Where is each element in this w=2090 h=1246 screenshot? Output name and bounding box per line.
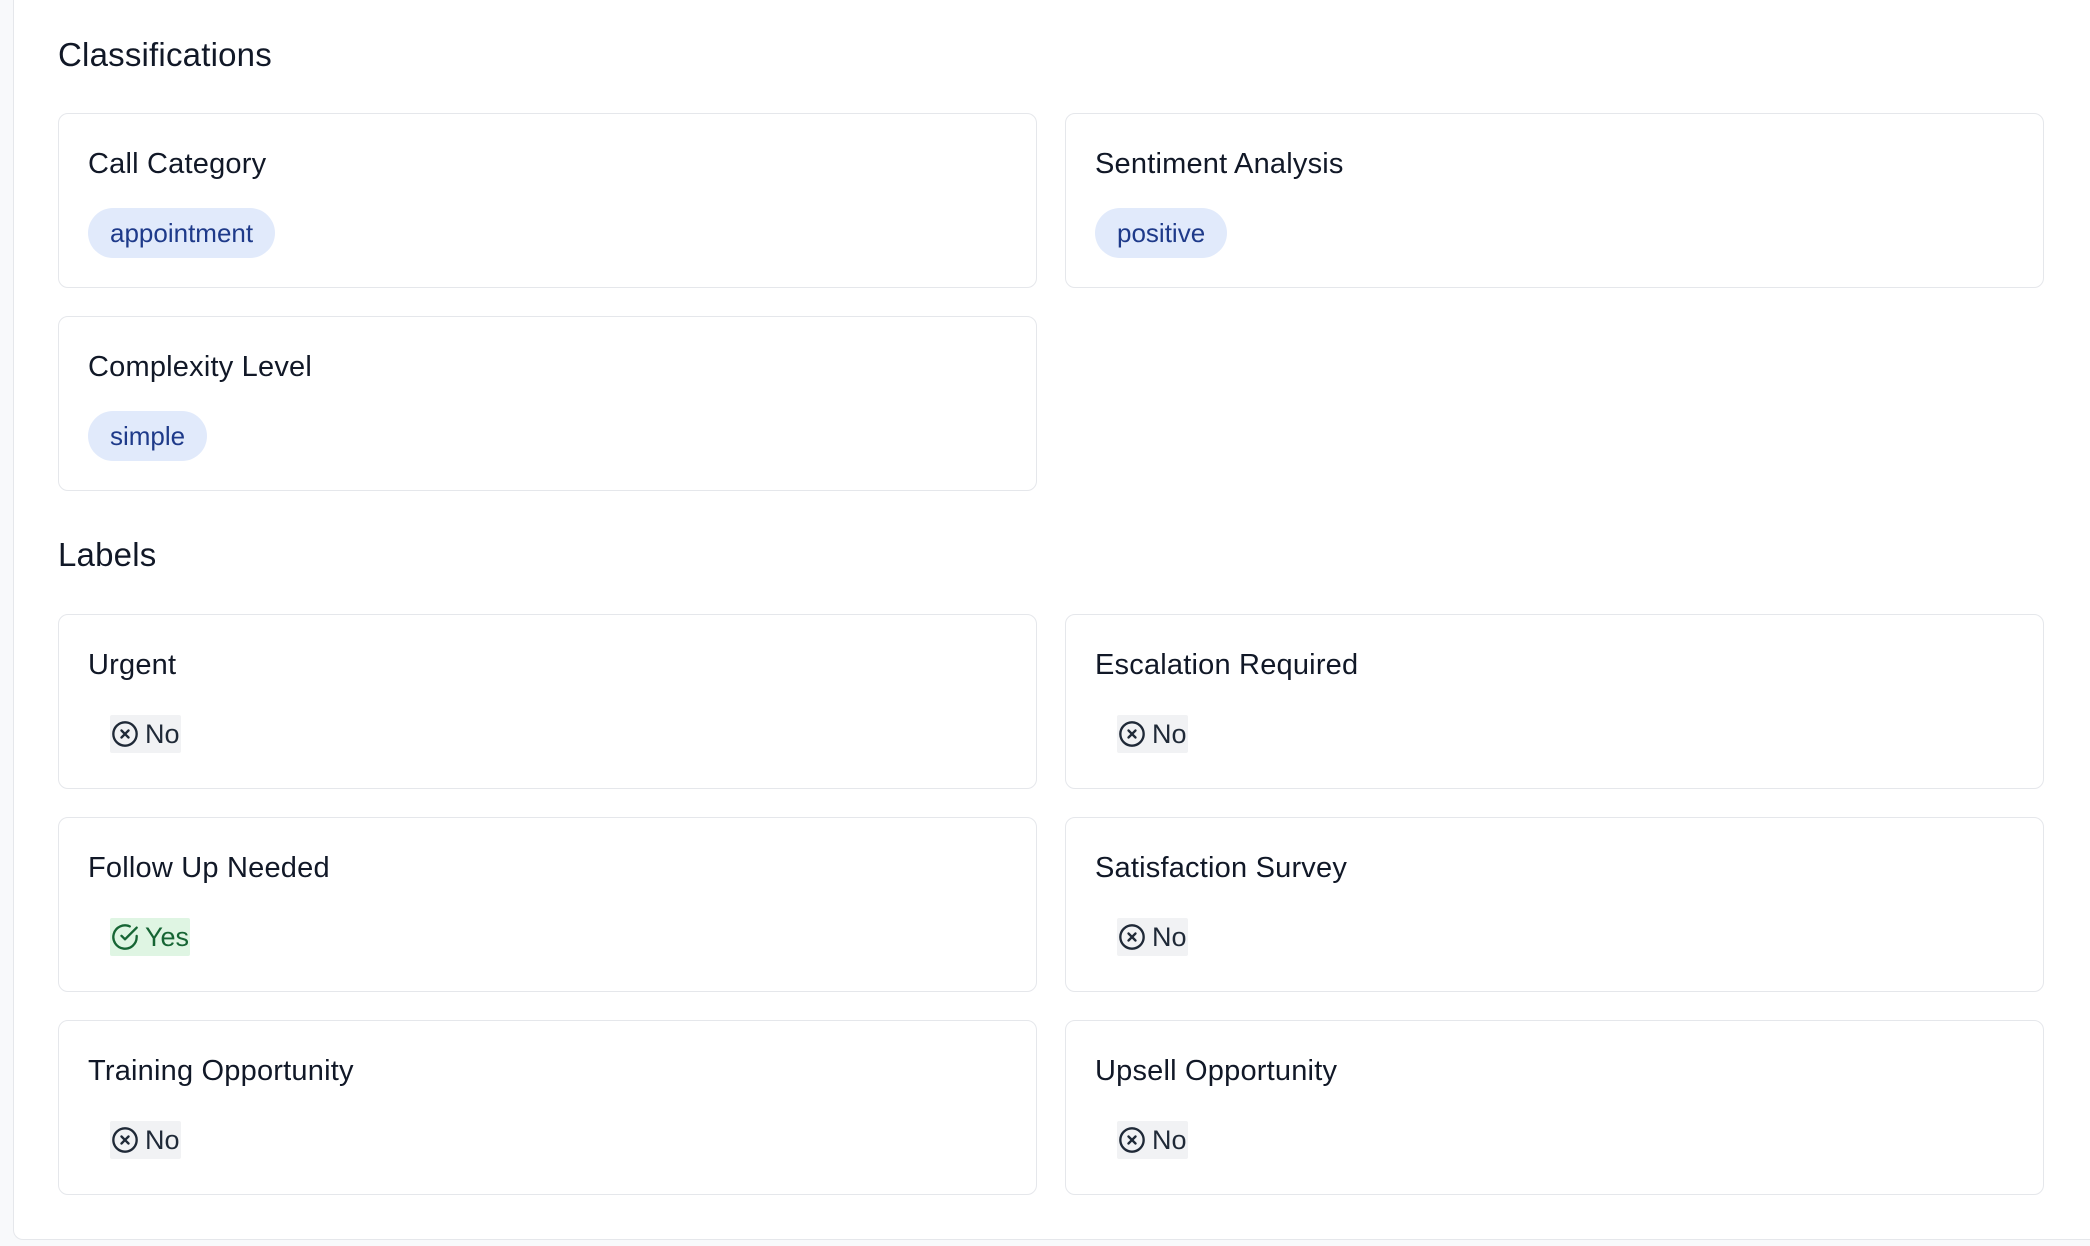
urgent-card: Urgent No (58, 614, 1037, 789)
follow-up-needed-status: Yes (110, 918, 191, 956)
urgent-title: Urgent (88, 649, 177, 681)
follow-up-needed-value: Yes (145, 921, 190, 952)
complexity-level-badge: simple (88, 411, 208, 461)
upsell-opportunity-value: No (1152, 1124, 1187, 1155)
complexity-level-card: Complexity Level simple (58, 316, 1037, 491)
x-circle-icon (1119, 721, 1145, 747)
training-opportunity-status: No (110, 1121, 181, 1159)
escalation-required-status: No (1117, 715, 1188, 753)
upsell-opportunity-status: No (1117, 1121, 1188, 1159)
satisfaction-survey-title: Satisfaction Survey (1095, 852, 1348, 884)
escalation-required-value: No (1152, 718, 1187, 749)
satisfaction-survey-card: Satisfaction Survey No (1065, 817, 2044, 992)
follow-up-needed-card: Follow Up Needed Yes (58, 817, 1037, 992)
classifications-heading: Classifications (58, 36, 272, 73)
call-category-badge: appointment (88, 208, 276, 258)
urgent-value: No (145, 718, 180, 749)
satisfaction-survey-status: No (1117, 918, 1188, 956)
follow-up-needed-title: Follow Up Needed (88, 852, 330, 884)
call-analysis-panel: Classifications Call Category appointmen… (13, 0, 2090, 1240)
complexity-level-title: Complexity Level (88, 351, 313, 383)
call-category-card: Call Category appointment (58, 113, 1037, 288)
satisfaction-survey-value: No (1152, 921, 1187, 952)
upsell-opportunity-title: Upsell Opportunity (1095, 1055, 1338, 1087)
upsell-opportunity-card: Upsell Opportunity No (1065, 1020, 2044, 1195)
sentiment-analysis-title: Sentiment Analysis (1095, 148, 1344, 180)
training-opportunity-title: Training Opportunity (88, 1055, 354, 1087)
x-circle-icon (1119, 1127, 1145, 1153)
urgent-status: No (110, 715, 181, 753)
sentiment-analysis-badge: positive (1095, 208, 1228, 258)
call-category-title: Call Category (88, 148, 267, 180)
x-circle-icon (112, 1127, 138, 1153)
sentiment-analysis-card: Sentiment Analysis positive (1065, 113, 2044, 288)
training-opportunity-card: Training Opportunity No (58, 1020, 1037, 1195)
training-opportunity-value: No (145, 1124, 180, 1155)
check-circle-icon (112, 924, 138, 950)
x-circle-icon (112, 721, 138, 747)
labels-heading: Labels (58, 536, 157, 573)
escalation-required-title: Escalation Required (1095, 649, 1359, 681)
x-circle-icon (1119, 924, 1145, 950)
escalation-required-card: Escalation Required No (1065, 614, 2044, 789)
